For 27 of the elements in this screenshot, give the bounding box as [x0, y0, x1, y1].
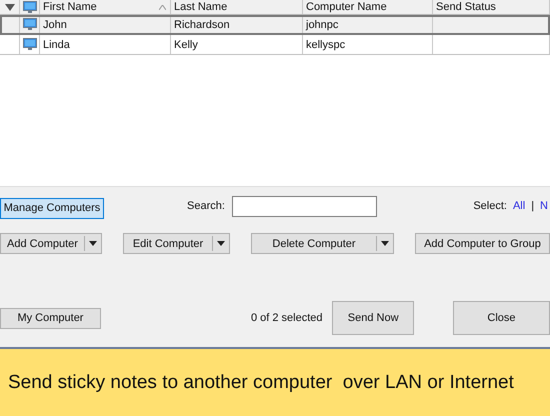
search-label: Search:: [187, 200, 225, 212]
table-row[interactable]: John Richardson johnpc: [0, 15, 550, 35]
select-label: Select:: [473, 200, 507, 212]
column-header[interactable]: Computer Name: [303, 0, 433, 14]
close-button[interactable]: Close: [452, 301, 550, 335]
table-cell: kellyspc: [306, 38, 346, 50]
selection-count: 0 of 2 selected: [250, 312, 324, 324]
table-cell: Richardson: [174, 18, 230, 30]
split-button[interactable]: Delete Computer: [251, 233, 394, 254]
split-button[interactable]: Edit Computer: [122, 233, 230, 254]
separator: |: [531, 200, 534, 212]
manage-computers-button[interactable]: Manage Computers: [0, 198, 104, 218]
caption-banner: Send sticky notes to another computer over LAN or Internet: [0, 347, 550, 416]
action-button[interactable]: Add Computer to Group: [414, 233, 550, 254]
column-header[interactable]: Send Status: [433, 0, 550, 14]
table-cell: Linda: [43, 38, 70, 50]
table-cell: John: [43, 18, 67, 30]
select-all-link[interactable]: All: [512, 200, 526, 212]
my-computer-button[interactable]: My Computer: [0, 308, 101, 328]
table-row[interactable]: Linda Kelly kellyspc: [0, 35, 550, 55]
column-header[interactable]: Last Name: [171, 0, 303, 14]
table-cell: Kelly: [174, 38, 198, 50]
send-now-button[interactable]: Send Now: [332, 301, 414, 335]
table-cell: johnpc: [306, 18, 338, 30]
split-button[interactable]: Add Computer: [0, 233, 102, 254]
column-header[interactable]: First Name: [40, 0, 171, 14]
select-link[interactable]: N: [540, 200, 548, 212]
